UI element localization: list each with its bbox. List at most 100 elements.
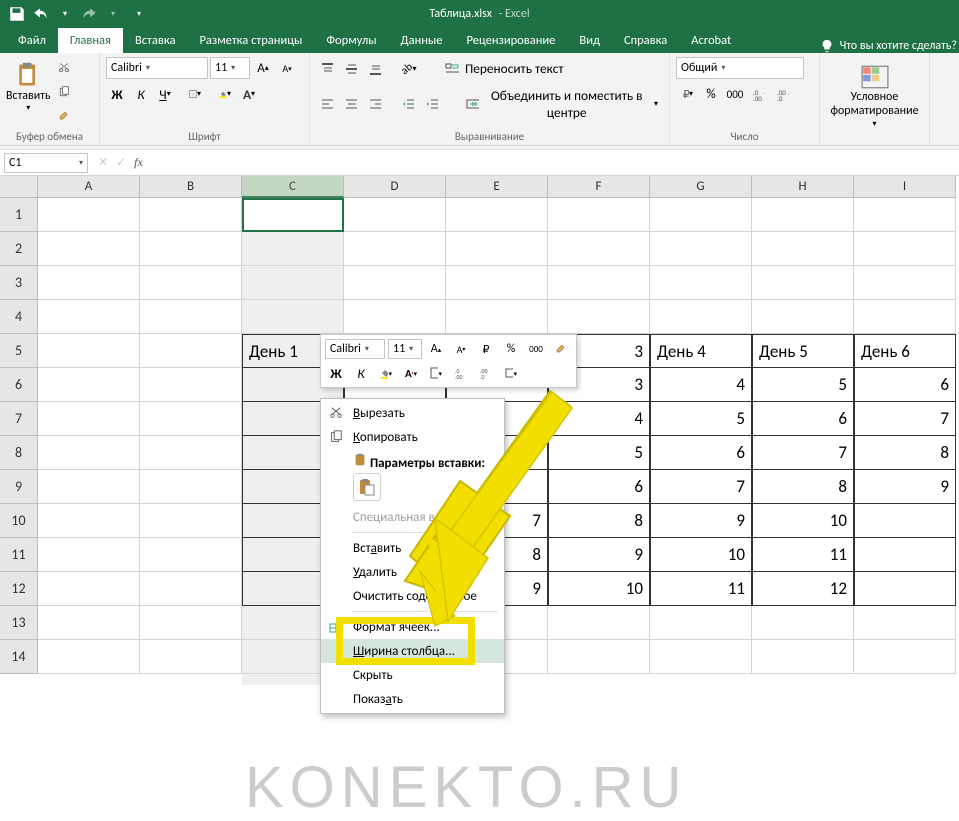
cell[interactable] <box>650 640 752 674</box>
cell[interactable]: 7 <box>650 470 752 504</box>
mini-toolbar[interactable]: Calibri▾ 11▾ A▴ A▾ ₽ % 000 Ж К ▾ A▾ ▾ ,0… <box>320 334 577 388</box>
cell[interactable] <box>38 640 140 674</box>
mini-font-combo[interactable]: Calibri▾ <box>325 339 385 359</box>
cell[interactable] <box>38 300 140 334</box>
cell[interactable]: 10 <box>548 572 650 606</box>
column-header[interactable]: D <box>344 176 446 198</box>
cell[interactable] <box>38 538 140 572</box>
bold-button[interactable]: Ж <box>106 83 128 105</box>
mini-borders[interactable]: ▾ <box>425 362 447 384</box>
mini-size-combo[interactable]: 11▾ <box>388 339 422 359</box>
font-size-combo[interactable]: 11▾ <box>210 57 250 79</box>
align-top-button[interactable] <box>316 58 338 80</box>
mini-inc-decimal[interactable]: ,0,00 <box>450 362 472 384</box>
cell[interactable]: День 6 <box>854 334 956 368</box>
cell[interactable] <box>548 232 650 266</box>
cell[interactable] <box>242 300 344 334</box>
orientation-button[interactable]: ab▾ <box>398 58 420 80</box>
underline-button[interactable]: Ч▾ <box>154 83 176 105</box>
ctx-cut[interactable]: Вырезать <box>321 401 504 425</box>
conditional-format-button[interactable]: Условноеформатирование ▾ <box>826 57 923 129</box>
decrease-indent-button[interactable] <box>397 93 419 115</box>
undo-dropdown-icon[interactable]: ▾ <box>56 5 74 23</box>
borders-button[interactable]: ▾ <box>184 83 206 105</box>
cell[interactable] <box>650 266 752 300</box>
cell[interactable] <box>140 504 242 538</box>
cell[interactable]: 6 <box>548 470 650 504</box>
cell[interactable] <box>38 504 140 538</box>
cell[interactable] <box>854 538 956 572</box>
cell[interactable] <box>38 606 140 640</box>
column-header[interactable]: H <box>752 176 854 198</box>
mini-decrease-font[interactable]: A▾ <box>450 338 472 360</box>
cell[interactable] <box>854 198 956 232</box>
cell[interactable] <box>854 266 956 300</box>
name-box[interactable]: C1▾ <box>4 153 88 173</box>
cell[interactable] <box>38 334 140 368</box>
tell-me-search[interactable]: Что вы хотите сделать? <box>820 39 959 53</box>
ctx-paste-default[interactable] <box>353 473 381 501</box>
comma-button[interactable]: 000 <box>724 83 746 105</box>
cell[interactable]: 4 <box>650 368 752 402</box>
italic-button[interactable]: К <box>130 83 152 105</box>
cell[interactable]: 5 <box>752 368 854 402</box>
cell[interactable]: 9 <box>548 538 650 572</box>
undo-icon[interactable] <box>32 5 50 23</box>
cell[interactable]: 6 <box>650 436 752 470</box>
cell[interactable]: 10 <box>752 504 854 538</box>
cell[interactable] <box>344 266 446 300</box>
column-header[interactable]: E <box>446 176 548 198</box>
redo-icon[interactable] <box>80 5 98 23</box>
font-name-combo[interactable]: Calibri▾ <box>106 57 208 79</box>
cell[interactable] <box>140 334 242 368</box>
decrease-font-button[interactable]: A▾ <box>276 57 298 79</box>
formula-input[interactable] <box>153 153 959 173</box>
cell[interactable]: 5 <box>650 402 752 436</box>
cell[interactable]: 5 <box>548 436 650 470</box>
mini-fill-color[interactable]: ▾ <box>375 362 397 384</box>
cell[interactable] <box>242 266 344 300</box>
align-bottom-button[interactable] <box>364 58 386 80</box>
cell[interactable] <box>38 572 140 606</box>
cell[interactable] <box>548 198 650 232</box>
cell[interactable] <box>140 402 242 436</box>
cell[interactable] <box>140 640 242 674</box>
cell[interactable] <box>140 232 242 266</box>
cell[interactable]: 9 <box>650 504 752 538</box>
mini-comma[interactable]: 000 <box>525 338 547 360</box>
tab-formulas[interactable]: Формулы <box>314 28 388 53</box>
cell[interactable] <box>752 232 854 266</box>
cell[interactable]: День 5 <box>752 334 854 368</box>
cell[interactable] <box>38 266 140 300</box>
cell[interactable]: 10 <box>650 538 752 572</box>
align-center-button[interactable] <box>340 93 362 115</box>
cell[interactable]: 11 <box>752 538 854 572</box>
column-header[interactable]: I <box>854 176 956 198</box>
row-header[interactable]: 4 <box>0 300 38 334</box>
cell[interactable] <box>140 538 242 572</box>
cell[interactable] <box>344 300 446 334</box>
row-header[interactable]: 3 <box>0 266 38 300</box>
cell[interactable] <box>854 606 956 640</box>
column-header[interactable]: C <box>242 176 344 198</box>
cell[interactable] <box>446 300 548 334</box>
cell[interactable] <box>38 402 140 436</box>
cell[interactable] <box>242 198 344 232</box>
ctx-insert[interactable]: Вставить <box>321 536 504 560</box>
cell[interactable] <box>446 198 548 232</box>
cell[interactable]: 8 <box>548 504 650 538</box>
mini-dec-decimal[interactable]: ,00,0 <box>475 362 497 384</box>
cell[interactable]: 12 <box>752 572 854 606</box>
row-header[interactable]: 10 <box>0 504 38 538</box>
cell[interactable] <box>548 300 650 334</box>
percent-button[interactable]: % <box>700 83 722 105</box>
cell[interactable] <box>344 198 446 232</box>
increase-font-button[interactable]: A▴ <box>252 57 274 79</box>
cell[interactable] <box>548 606 650 640</box>
cancel-entry-icon[interactable]: ✕ <box>98 155 108 170</box>
mini-italic[interactable]: К <box>350 362 372 384</box>
ctx-copy[interactable]: Копировать <box>321 425 504 449</box>
cell[interactable] <box>446 266 548 300</box>
cell[interactable] <box>446 232 548 266</box>
row-header[interactable]: 12 <box>0 572 38 606</box>
